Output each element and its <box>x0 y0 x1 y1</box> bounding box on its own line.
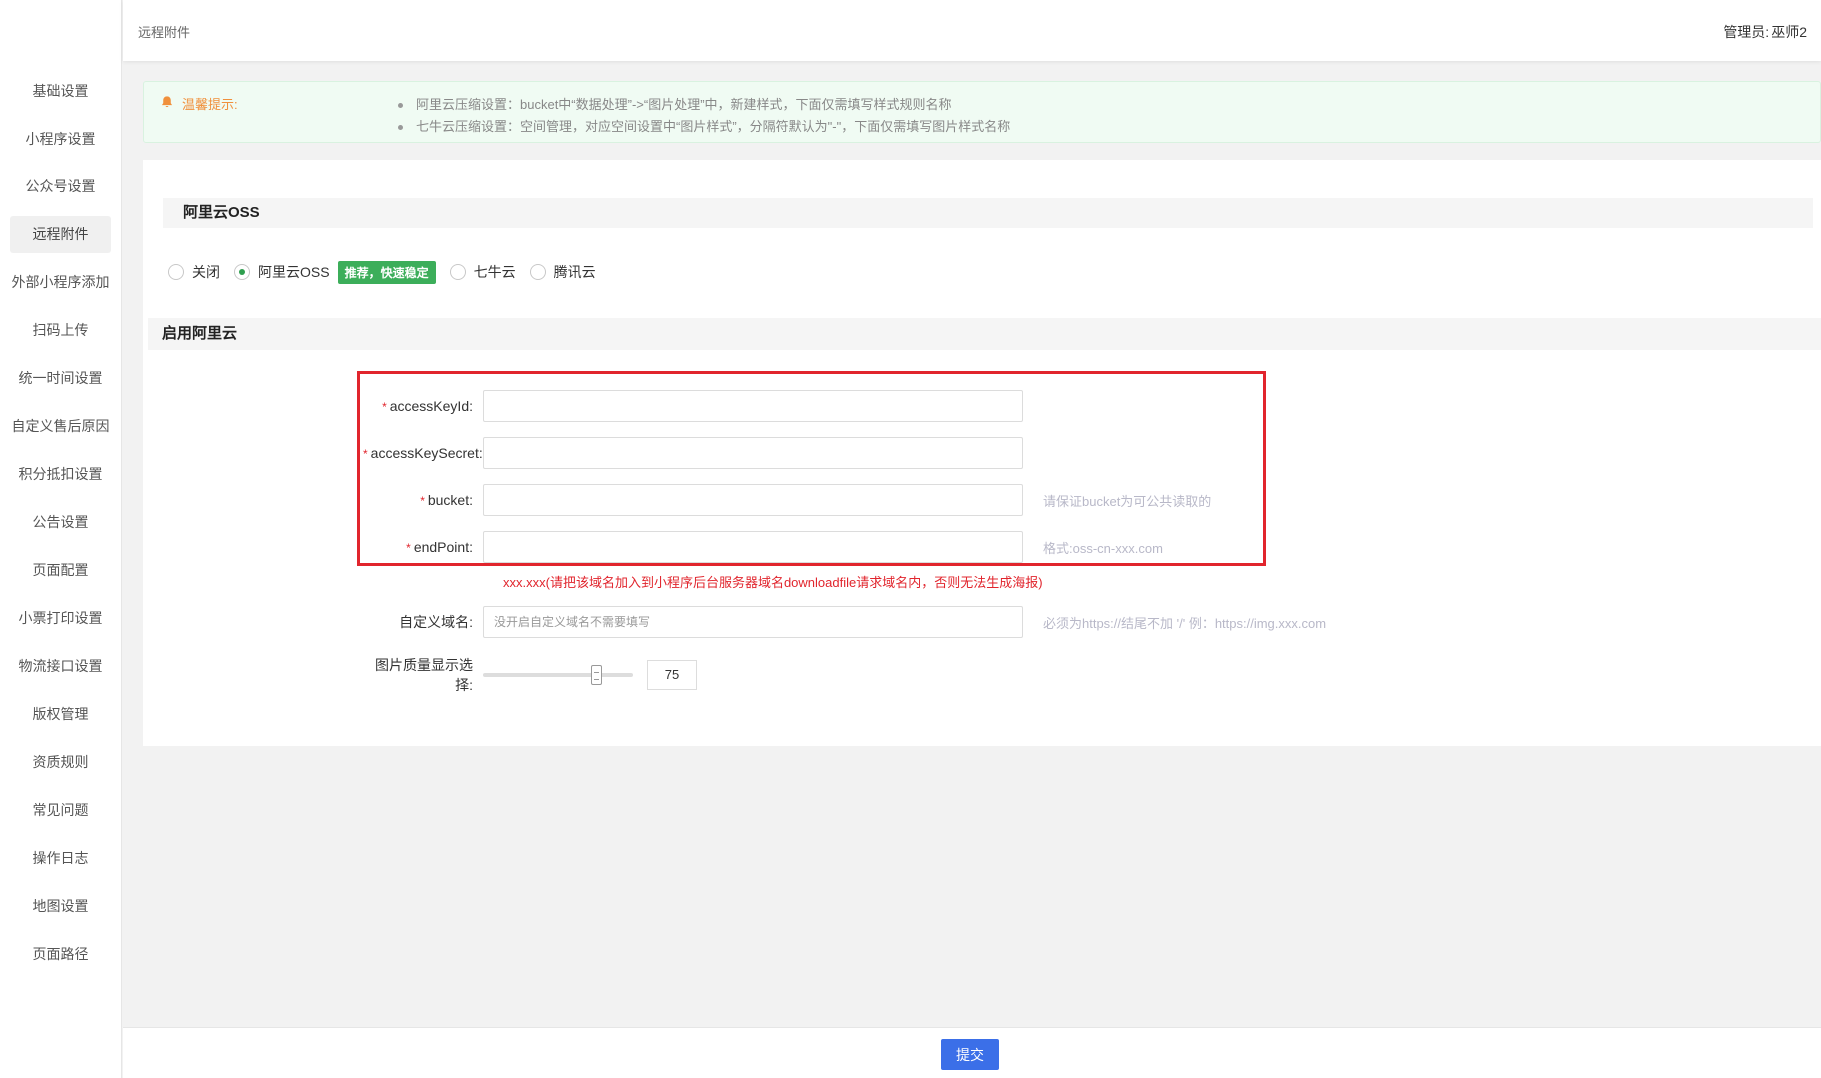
endpoint-input[interactable] <box>483 531 1023 563</box>
sidebar: 基础设置 小程序设置 公众号设置 远程附件 外部小程序添加 扫码上传 统一时间设… <box>0 0 122 1078</box>
sidebar-item-operation-log[interactable]: 操作日志 <box>10 840 111 877</box>
tips-label: 温馨提示: <box>182 97 238 112</box>
radio-qiniu[interactable]: 七牛云 <box>449 262 516 282</box>
radio-circle[interactable] <box>449 264 466 280</box>
sidebar-item-receipt-print[interactable]: 小票打印设置 <box>10 600 111 637</box>
storage-section-title: 阿里云OSS <box>163 198 1813 228</box>
endpoint-row: * endPoint: 格式:oss-cn-xxx.com <box>363 531 1163 563</box>
access-key-secret-label: * accessKeySecret: <box>363 445 483 461</box>
sidebar-item-qualification-rules[interactable]: 资质规则 <box>10 744 111 781</box>
sidebar-item-scan-upload[interactable]: 扫码上传 <box>10 312 111 349</box>
required-mark: * <box>406 541 411 555</box>
required-mark: * <box>382 400 387 414</box>
access-key-id-row: * accessKeyId: <box>363 390 1023 422</box>
submit-button[interactable]: 提交 <box>941 1039 999 1070</box>
radio-label: 腾讯云 <box>553 264 596 280</box>
sidebar-item-miniprogram-settings[interactable]: 小程序设置 <box>10 121 111 158</box>
radio-tencent-cloud[interactable]: 腾讯云 <box>529 262 596 282</box>
breadcrumb: 远程附件 <box>138 25 191 40</box>
radio-circle[interactable] <box>529 264 546 280</box>
bucket-label: * bucket: <box>363 492 483 508</box>
tip-item: 阿里云压缩设置：bucket中“数据处理”->“图片处理”中，新建样式，下面仅需… <box>398 94 1010 116</box>
image-quality-value[interactable]: 75 <box>647 660 697 690</box>
sidebar-item-unified-time[interactable]: 统一时间设置 <box>10 360 111 397</box>
required-mark: * <box>363 447 368 461</box>
field-label: endPoint: <box>413 539 473 555</box>
sidebar-item-map-settings[interactable]: 地图设置 <box>10 888 111 925</box>
radio-label: 七牛云 <box>473 264 516 280</box>
top-header: 远程附件 管理员: 巫师2 <box>123 0 1821 61</box>
sidebar-item-basic-settings[interactable]: 基础设置 <box>10 73 111 110</box>
sidebar-item-logistics-api[interactable]: 物流接口设置 <box>10 648 111 685</box>
custom-domain-hint: 必须为https://结尾不加 '/' 例：https://img.xxx.co… <box>1043 615 1327 631</box>
admin-info: 管理员: 巫师2 <box>1721 22 1807 42</box>
access-key-id-input[interactable] <box>483 390 1023 422</box>
access-key-secret-input[interactable] <box>483 437 1023 469</box>
aliyun-section-title: 启用阿里云 <box>148 318 1821 350</box>
sidebar-item-copyright[interactable]: 版权管理 <box>10 696 111 733</box>
field-label: bucket: <box>427 492 473 508</box>
radio-label: 阿里云OSS <box>258 264 330 280</box>
sidebar-item-external-miniprogram[interactable]: 外部小程序添加 <box>10 264 111 301</box>
bell-icon <box>161 96 173 108</box>
radio-off[interactable]: 关闭 <box>168 262 220 282</box>
endpoint-hint: 格式:oss-cn-xxx.com <box>1043 540 1163 556</box>
bucket-hint: 请保证bucket为可公共读取的 <box>1043 493 1212 509</box>
custom-domain-row: 自定义域名: 必须为https://结尾不加 '/' 例：https://img… <box>363 606 1326 638</box>
radio-circle[interactable] <box>168 264 184 280</box>
tips-notice: 温馨提示: 阿里云压缩设置：bucket中“数据处理”->“图片处理”中，新建样… <box>143 81 1821 143</box>
field-label: accessKeyId: <box>389 398 473 414</box>
storage-radio-group: 关闭 阿里云OSS 推荐，快速稳定 七牛云 腾讯云 <box>168 260 610 284</box>
admin-label: 管理员: <box>1723 24 1770 40</box>
endpoint-label: * endPoint: <box>363 539 483 555</box>
radio-label: 关闭 <box>192 264 220 280</box>
required-mark: * <box>420 494 425 508</box>
access-key-id-label: * accessKeyId: <box>363 398 483 414</box>
custom-domain-input[interactable] <box>483 606 1023 638</box>
image-quality-slider[interactable] <box>483 663 633 687</box>
custom-domain-label: 自定义域名: <box>399 614 473 630</box>
sidebar-item-page-paths[interactable]: 页面路径 <box>10 936 111 973</box>
slider-handle[interactable] <box>590 665 602 685</box>
bucket-row: * bucket: 请保证bucket为可公共读取的 <box>363 484 1211 516</box>
sidebar-item-page-config[interactable]: 页面配置 <box>10 552 111 589</box>
slider-track[interactable] <box>483 673 633 677</box>
image-quality-label: 图片质量显示选择: <box>375 657 473 693</box>
sidebar-item-points-deduction[interactable]: 积分抵扣设置 <box>10 456 111 493</box>
radio-aliyun-oss[interactable]: 阿里云OSS 推荐，快速稳定 <box>234 260 436 284</box>
domain-warning: xxx.xxx(请把该域名加入到小程序后台服务器域名downloadfile请求… <box>503 575 1043 590</box>
recommend-badge: 推荐，快速稳定 <box>337 260 436 284</box>
footer-bar: 提交 <box>123 1027 1821 1078</box>
sidebar-item-aftersale-reasons[interactable]: 自定义售后原因 <box>10 408 111 445</box>
bucket-input[interactable] <box>483 484 1023 516</box>
access-key-secret-row: * accessKeySecret: <box>363 437 1023 469</box>
radio-circle[interactable] <box>234 264 250 280</box>
sidebar-item-faq[interactable]: 常见问题 <box>10 792 111 829</box>
admin-name[interactable]: 巫师2 <box>1771 24 1807 40</box>
sidebar-item-official-account-settings[interactable]: 公众号设置 <box>10 168 111 205</box>
image-quality-row: 图片质量显示选择: 75 <box>363 657 697 693</box>
tip-item: 七牛云压缩设置：空间管理，对应空间设置中“图片样式”，分隔符默认为"-"，下面仅… <box>398 116 1010 138</box>
sidebar-item-remote-attachment[interactable]: 远程附件 <box>10 216 111 253</box>
tips-list: 阿里云压缩设置：bucket中“数据处理”->“图片处理”中，新建样式，下面仅需… <box>398 94 1010 138</box>
field-label: accessKeySecret: <box>370 445 483 461</box>
sidebar-item-announcement[interactable]: 公告设置 <box>10 504 111 541</box>
